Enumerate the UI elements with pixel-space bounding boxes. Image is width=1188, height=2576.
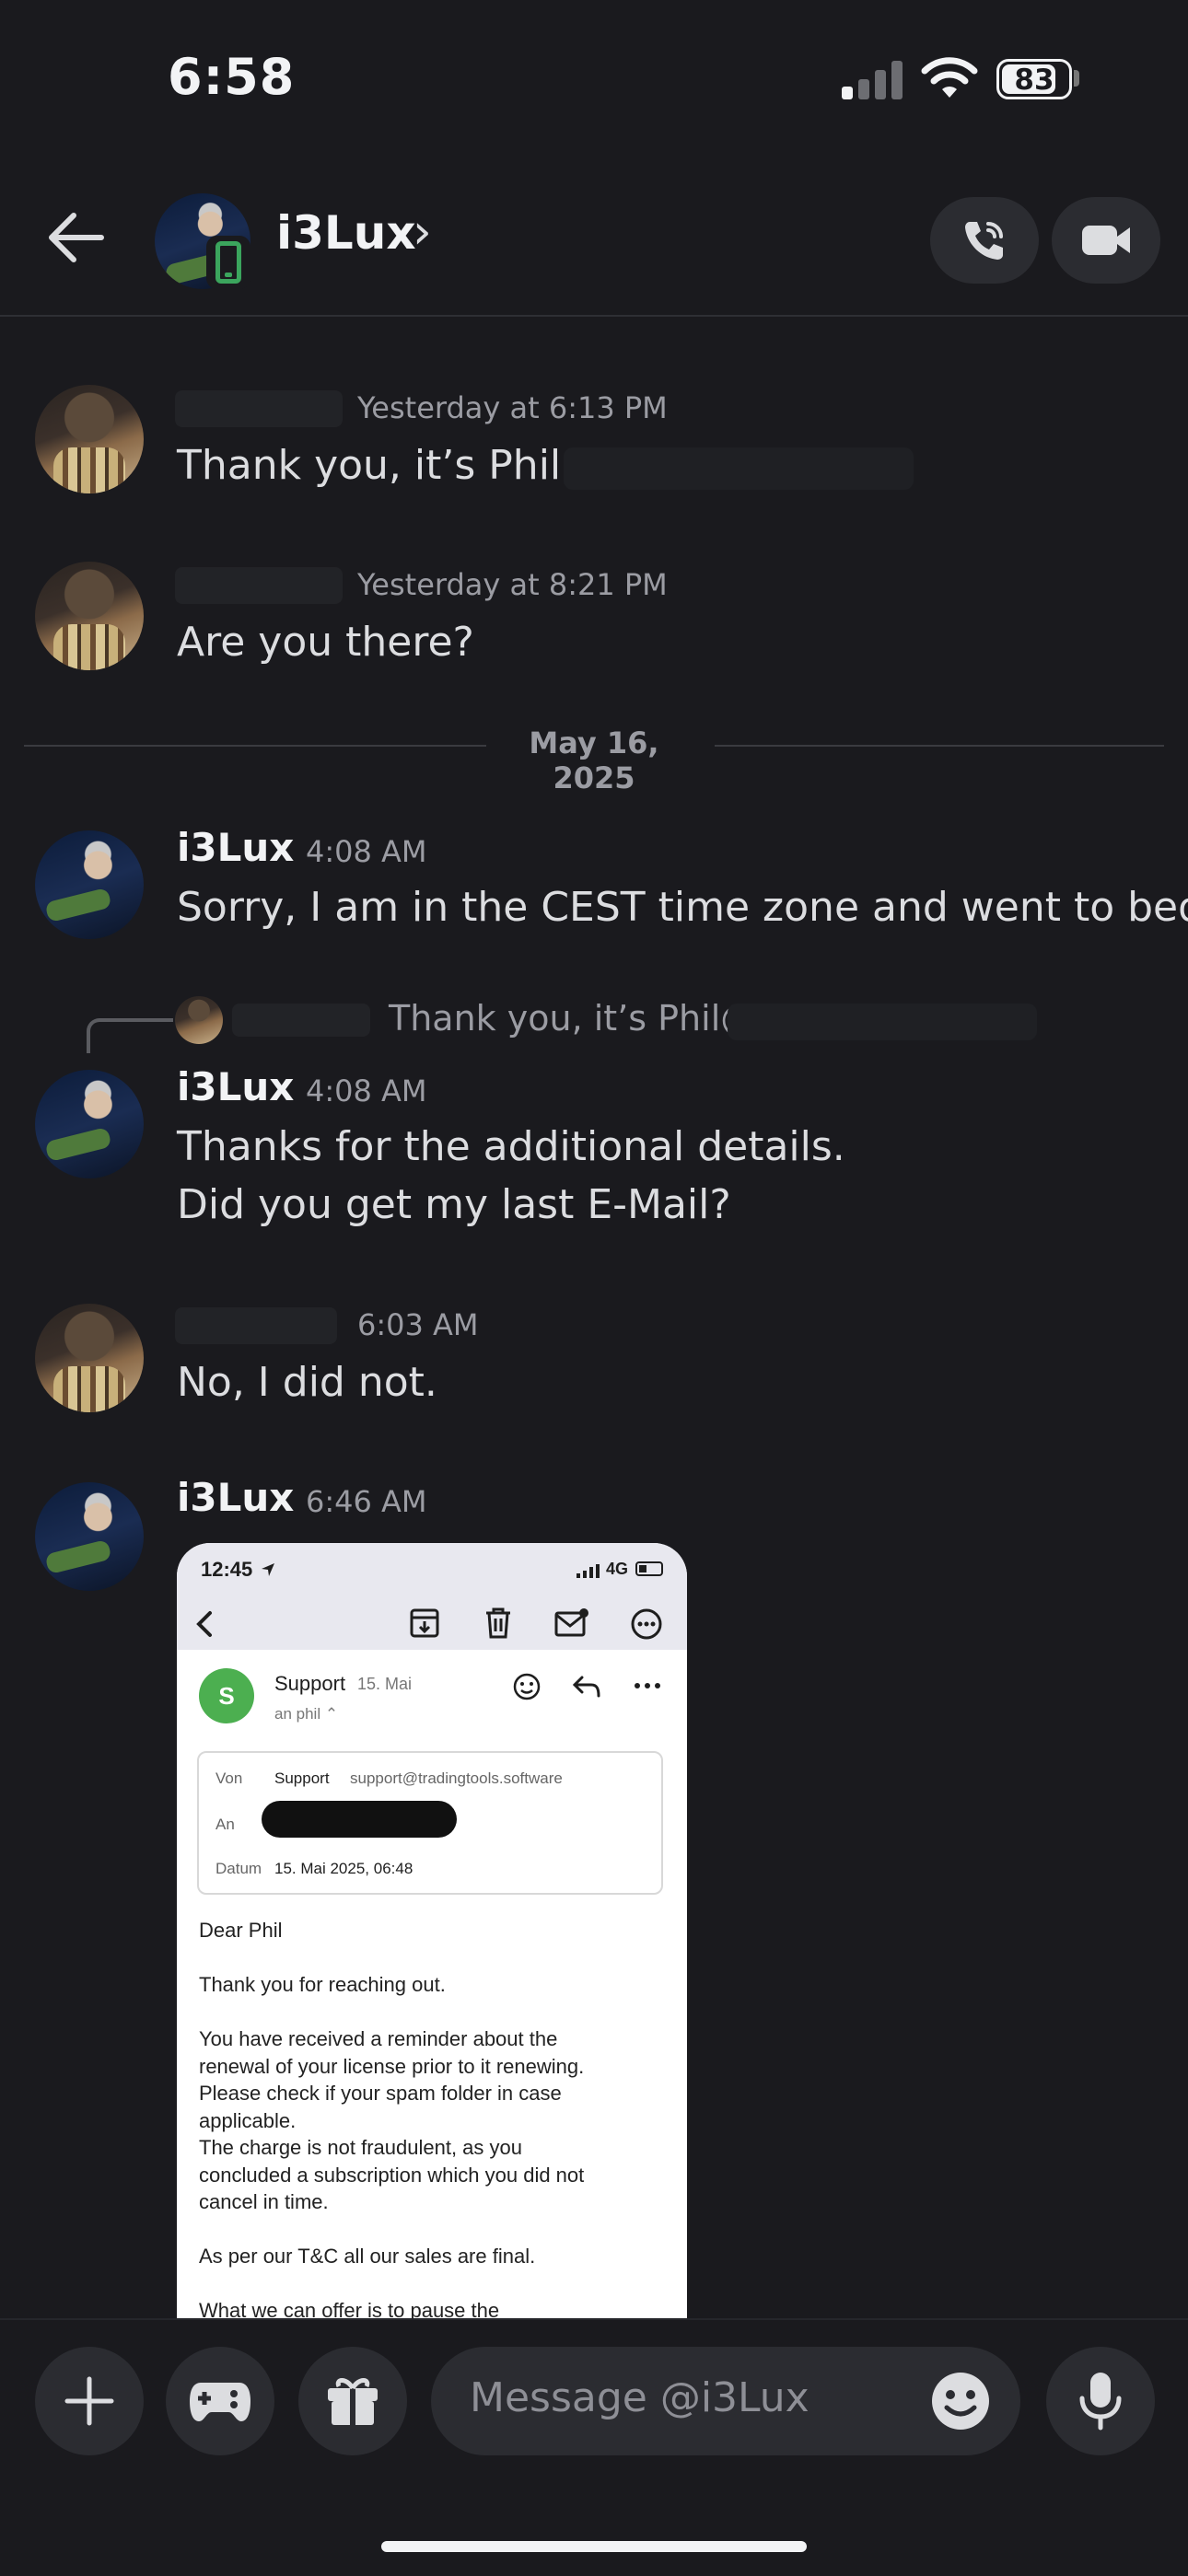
date-divider-left	[24, 745, 486, 747]
sender-initial: S	[218, 1682, 235, 1710]
location-arrow-icon	[262, 1563, 274, 1576]
status-time: 6:58	[168, 48, 296, 106]
date-divider-right	[715, 745, 1164, 747]
email-line: cancel in time.	[199, 2190, 329, 2213]
contact-name[interactable]: i3Lux	[276, 206, 416, 260]
author-name[interactable]: i3Lux	[177, 1064, 294, 1109]
von-email: support@tradingtools.software	[350, 1770, 563, 1787]
avatar-phil[interactable]	[35, 562, 144, 670]
emoji-icon[interactable]	[930, 2371, 991, 2431]
voice-message-button[interactable]	[1046, 2347, 1155, 2455]
message-text[interactable]: Thank you, it’s Phil@	[177, 436, 601, 494]
more-icon	[631, 1608, 662, 1640]
reply-avatar	[175, 996, 223, 1044]
message-input-placeholder: Message @i3Lux	[470, 2374, 809, 2421]
attachment-signal-icon	[577, 1563, 600, 1578]
archive-icon	[410, 1608, 439, 1638]
image-attachment[interactable]: 12:45 4G S Support 15. Mai an phil ⌃ Von…	[177, 1543, 687, 2318]
author-name[interactable]: i3Lux	[177, 1475, 294, 1520]
redacted-username	[175, 390, 343, 427]
email-greeting: Dear Phil	[199, 1919, 283, 1942]
battery-icon: 83	[996, 59, 1072, 99]
message-input[interactable]: Message @i3Lux	[431, 2347, 1020, 2455]
message-timestamp: 4:08 AM	[306, 834, 427, 869]
message-text[interactable]: Sorry, I am in the CEST time zone and we…	[177, 878, 1188, 936]
header-divider	[0, 315, 1188, 317]
home-indicator	[381, 2541, 807, 2552]
attachment-battery-icon	[635, 1561, 663, 1576]
avatar-i3lux[interactable]	[35, 1070, 144, 1178]
sender-avatar: S	[199, 1668, 254, 1723]
datum-label: Datum	[215, 1860, 262, 1877]
email-line: concluded a subscription which you did n…	[199, 2164, 585, 2187]
email-line: renewal of your license prior to it rene…	[199, 2055, 585, 2078]
avatar-i3lux[interactable]	[35, 1482, 144, 1591]
message-text[interactable]: No, I did not.	[177, 1353, 437, 1411]
back-arrow-icon[interactable]	[46, 210, 107, 265]
gift-button[interactable]	[298, 2347, 407, 2455]
recipient-line: an phil ⌃	[274, 1705, 339, 1723]
von-name: Support	[274, 1770, 330, 1787]
emoji-icon	[513, 1673, 541, 1700]
voice-call-button[interactable]	[930, 197, 1039, 284]
email-line: The charge is not fraudulent, as you	[199, 2136, 522, 2159]
datum-value: 15. Mai 2025, 06:48	[274, 1860, 413, 1877]
message-text[interactable]: Are you there?	[177, 613, 474, 671]
message-text-line[interactable]: Did you get my last E-Mail?	[177, 1176, 731, 1234]
gamepad-icon	[190, 2383, 250, 2421]
redacted-username	[175, 567, 343, 604]
redacted-username	[232, 1004, 370, 1037]
back-chevron-icon	[196, 1611, 212, 1637]
cellular-signal-icon	[842, 57, 904, 99]
apps-button[interactable]	[166, 2347, 274, 2455]
message-timestamp: Yesterday at 6:13 PM	[357, 390, 668, 425]
add-button[interactable]	[35, 2347, 144, 2455]
phone-icon	[965, 222, 1003, 260]
avatar-i3lux[interactable]	[35, 830, 144, 939]
avatar-phil[interactable]	[35, 1304, 144, 1412]
author-name[interactable]: i3Lux	[177, 825, 294, 870]
trash-icon	[486, 1607, 510, 1639]
redacted-username	[175, 1307, 337, 1344]
plus-icon	[64, 2376, 114, 2426]
redacted-recipient	[262, 1801, 457, 1838]
avatar-phil[interactable]	[35, 385, 144, 493]
wifi-icon	[921, 57, 978, 98]
mail-unread-icon	[554, 1608, 588, 1637]
reply-connector	[87, 1018, 173, 1053]
gift-icon	[328, 2378, 378, 2425]
email-line: applicable.	[199, 2109, 297, 2132]
email-paragraph: Thank you for reaching out.	[199, 1973, 446, 1996]
email-paragraph: What we can offer is to pause the	[199, 2299, 500, 2318]
attachment-network: 4G	[606, 1560, 629, 1578]
battery-percent: 83	[1014, 64, 1054, 97]
chevron-right-icon[interactable]: ›	[413, 204, 432, 260]
redacted-email	[564, 447, 914, 490]
attachment-time: 12:45	[201, 1558, 253, 1581]
sender-name: Support	[274, 1672, 346, 1695]
video-camera-icon	[1082, 226, 1130, 255]
video-call-button[interactable]	[1052, 197, 1160, 284]
reply-icon	[572, 1676, 600, 1698]
email-paragraph: As per our T&C all our sales are final.	[199, 2245, 536, 2268]
message-timestamp: 6:03 AM	[357, 1307, 479, 1342]
redacted-email	[728, 1004, 1037, 1040]
battery-cap	[1074, 70, 1079, 87]
an-label: An	[215, 1816, 235, 1833]
attachment-toolbar	[177, 1596, 687, 1650]
message-timestamp: 4:08 AM	[306, 1073, 427, 1108]
email-line: Please check if your spam folder in case	[199, 2082, 562, 2105]
von-label: Von	[215, 1770, 243, 1787]
reply-preview-text[interactable]: Thank you, it’s Phil@	[389, 998, 755, 1039]
message-timestamp: 6:46 AM	[306, 1484, 427, 1519]
email-line: You have received a reminder about the	[199, 2027, 558, 2050]
mobile-status-icon	[206, 236, 250, 289]
date-separator: May 16, 2025	[529, 725, 659, 795]
more-horizontal-icon	[635, 1683, 660, 1688]
sender-date: 15. Mai	[357, 1675, 413, 1693]
microphone-icon	[1079, 2373, 1122, 2431]
message-timestamp: Yesterday at 8:21 PM	[357, 567, 668, 602]
message-text-line[interactable]: Thanks for the additional details.	[177, 1118, 845, 1176]
